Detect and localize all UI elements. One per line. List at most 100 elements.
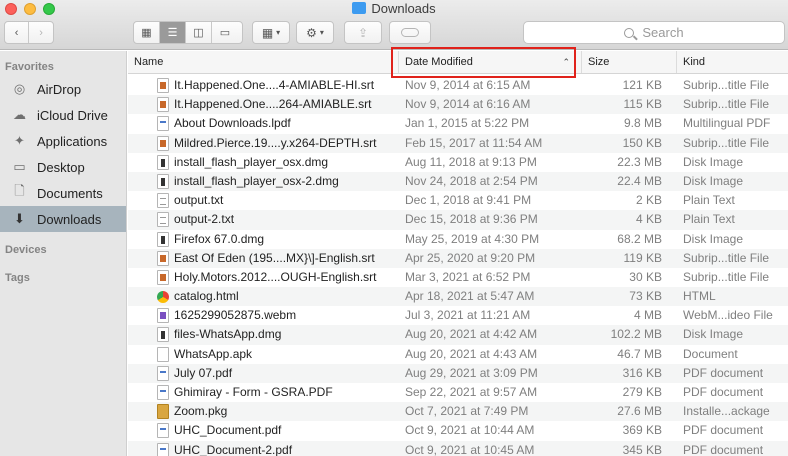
file-size: 150 KB bbox=[622, 135, 662, 150]
sidebar-item-label: Documents bbox=[37, 185, 103, 201]
file-row[interactable]: files-WhatsApp.dmg Aug 20, 2021 at 4:42 A… bbox=[128, 325, 788, 345]
list-icon: ☰ bbox=[167, 27, 178, 39]
sidebar-item-desktop[interactable]: ▭ Desktop bbox=[0, 154, 126, 180]
file-name: WhatsApp.apk bbox=[174, 346, 253, 361]
file-row[interactable]: WhatsApp.apk Aug 20, 2021 at 4:43 AM 46.7 … bbox=[128, 345, 788, 364]
downloads-folder-icon bbox=[352, 2, 367, 14]
icon-view-button[interactable]: ▦ bbox=[134, 22, 160, 43]
file-doc-icon bbox=[157, 346, 169, 362]
file-size: 30 KB bbox=[629, 269, 662, 284]
file-date-modified: Feb 15, 2017 at 11:54 AM bbox=[405, 135, 543, 150]
file-date-modified: Sep 22, 2021 at 9:57 AM bbox=[405, 385, 538, 399]
file-row[interactable]: UHC_Document.pdf Oct 9, 2021 at 10:44 AM 3… bbox=[128, 421, 788, 440]
file-size: 121 KB bbox=[622, 78, 662, 92]
chevron-right-icon: › bbox=[39, 26, 43, 39]
file-dmg-icon bbox=[157, 154, 169, 170]
column-header-size[interactable]: Size bbox=[581, 51, 673, 73]
action-menu-button[interactable]: ⚙ ▾ bbox=[296, 21, 334, 44]
sidebar-item-airdrop[interactable]: ◎ AirDrop bbox=[0, 76, 126, 102]
sidebar: Favorites ◎ AirDrop ☁ iCloud Drive ✦ Applic… bbox=[0, 51, 127, 456]
file-name: It.Happened.One....4-AMIABLE-HI.srt bbox=[174, 78, 375, 92]
sidebar-item-documents[interactable]: 🗋 Documents bbox=[0, 180, 126, 206]
file-size: 316 KB bbox=[622, 365, 662, 380]
navigation-buttons: ‹ › bbox=[4, 21, 54, 44]
file-date-modified: Oct 7, 2021 at 7:49 PM bbox=[405, 404, 529, 419]
date-modified-highlight-box bbox=[391, 47, 576, 78]
file-kind: Disk Image bbox=[683, 173, 744, 188]
sidebar-item-label: iCloud Drive bbox=[37, 107, 108, 123]
file-row[interactable]: output-2.txt Dec 15, 2018 at 9:36 PM 4 KB P… bbox=[128, 210, 788, 230]
file-row[interactable]: Zoom.pkg Oct 7, 2021 at 7:49 PM 27.6 MB Ins… bbox=[128, 402, 788, 422]
file-name: install_flash_player_osx-2.dmg bbox=[174, 173, 339, 188]
file-row[interactable]: install_flash_player_osx-2.dmg Nov 24, 20… bbox=[128, 171, 788, 192]
file-dmg-icon bbox=[157, 231, 169, 247]
file-row[interactable]: Mildred.Pierce.19....y.x264-DEPTH.srt Feb… bbox=[128, 133, 788, 153]
file-row[interactable]: Firefox 67.0.dmg May 25, 2019 at 4:30 PM 6… bbox=[128, 230, 788, 249]
file-row[interactable]: July 07.pdf Aug 29, 2021 at 3:09 PM 316 KB… bbox=[128, 363, 788, 383]
file-date-modified: Jul 3, 2021 at 11:21 AM bbox=[405, 308, 531, 323]
file-date-modified: Oct 9, 2021 at 10:45 AM bbox=[405, 442, 535, 456]
file-row[interactable]: catalog.html Apr 18, 2021 at 5:47 AM 73 KB… bbox=[128, 287, 788, 307]
file-size: 68.2 MB bbox=[617, 231, 662, 246]
file-web-icon bbox=[157, 291, 169, 304]
window-title-text: Downloads bbox=[371, 1, 436, 16]
file-date-modified: Dec 1, 2018 at 9:41 PM bbox=[405, 193, 532, 208]
desktop-icon: ▭ bbox=[13, 159, 26, 174]
file-row[interactable]: East Of Eden (195....MX}\]-English.srt Ap… bbox=[128, 248, 788, 268]
window-title: Downloads bbox=[0, 1, 788, 16]
column-view-button[interactable]: ◫ bbox=[186, 22, 212, 43]
edit-tags-button[interactable] bbox=[389, 21, 431, 44]
devices-header: Devices bbox=[5, 244, 47, 256]
file-row[interactable]: Ghimiray - Form - GSRA.PDF Sep 22, 2021 a… bbox=[128, 383, 788, 402]
file-row[interactable]: UHC_Document-2.pdf Oct 9, 2021 at 10:45 A… bbox=[128, 440, 788, 456]
sidebar-item-icloud-drive[interactable]: ☁ iCloud Drive bbox=[0, 102, 126, 128]
file-size: 4 MB bbox=[633, 308, 662, 323]
file-row[interactable]: About Downloads.lpdf Jan 1, 2015 at 5:22 … bbox=[128, 114, 788, 133]
file-row[interactable]: 1625299052875.webm Jul 3, 2021 at 11:21 A… bbox=[128, 306, 788, 325]
group-by-button[interactable]: ▦ ▾ bbox=[252, 21, 290, 44]
file-name: Holy.Motors.2012....OUGH-English.srt bbox=[174, 269, 377, 284]
file-kind: Subrip...title File bbox=[683, 250, 770, 265]
file-size: 27.6 MB bbox=[617, 404, 662, 419]
file-date-modified: Oct 9, 2021 at 10:44 AM bbox=[405, 423, 535, 438]
file-row[interactable]: It.Happened.One....4-AMIABLE-HI.srt Nov 9… bbox=[128, 76, 788, 95]
sidebar-item-applications[interactable]: ✦ Applications bbox=[0, 128, 126, 154]
icon-grid-icon: ▦ bbox=[141, 27, 152, 39]
file-kind: WebM...ideo File bbox=[683, 308, 773, 323]
file-kind: Subrip...title File bbox=[683, 269, 770, 284]
file-pdf-icon bbox=[157, 116, 169, 132]
sidebar-item-downloads[interactable]: ⬇ Downloads bbox=[0, 206, 126, 232]
documents-icon: 🗋 bbox=[14, 183, 25, 198]
column-header-kind[interactable]: Kind bbox=[676, 51, 788, 73]
tags-header: Tags bbox=[5, 272, 30, 284]
search-icon bbox=[624, 27, 635, 38]
file-date-modified: Aug 29, 2021 at 3:09 PM bbox=[405, 365, 538, 380]
file-kind: PDF document bbox=[683, 442, 764, 456]
file-pkg-icon bbox=[157, 404, 169, 420]
column-header-name[interactable]: Name bbox=[128, 51, 163, 73]
file-kind: HTML bbox=[683, 289, 716, 304]
file-txt-icon bbox=[157, 212, 169, 228]
file-name: UHC_Document-2.pdf bbox=[174, 442, 293, 456]
file-row[interactable]: Holy.Motors.2012....OUGH-English.srt Mar … bbox=[128, 268, 788, 287]
gallery-icon: ▭ bbox=[219, 27, 231, 39]
file-dmg-icon bbox=[157, 327, 169, 343]
file-row[interactable]: It.Happened.One....264-AMIABLE.srt Nov 9,… bbox=[128, 95, 788, 115]
file-size: 73 KB bbox=[629, 289, 662, 304]
chevron-down-icon: ▾ bbox=[319, 28, 324, 37]
back-button[interactable]: ‹ bbox=[5, 22, 30, 43]
file-row[interactable]: output.txt Dec 1, 2018 at 9:41 PM 2 KB Plai… bbox=[128, 191, 788, 210]
columns-icon: ◫ bbox=[193, 27, 204, 39]
file-pdf-icon bbox=[157, 442, 169, 456]
gallery-view-button[interactable]: ▭ bbox=[212, 22, 238, 43]
favorites-header: Favorites bbox=[5, 61, 54, 73]
list-view-button[interactable]: ☰ bbox=[160, 22, 186, 43]
file-size: 9.8 MB bbox=[623, 116, 662, 131]
file-srt-icon bbox=[157, 250, 169, 266]
file-row[interactable]: install_flash_player_osx.dmg Aug 11, 2018… bbox=[128, 153, 788, 172]
forward-button[interactable]: › bbox=[29, 22, 53, 43]
search-field[interactable]: Search bbox=[523, 21, 785, 44]
share-button[interactable]: ⇪ bbox=[344, 21, 382, 44]
file-size: 46.7 MB bbox=[617, 346, 662, 361]
file-srt-icon bbox=[157, 97, 169, 113]
